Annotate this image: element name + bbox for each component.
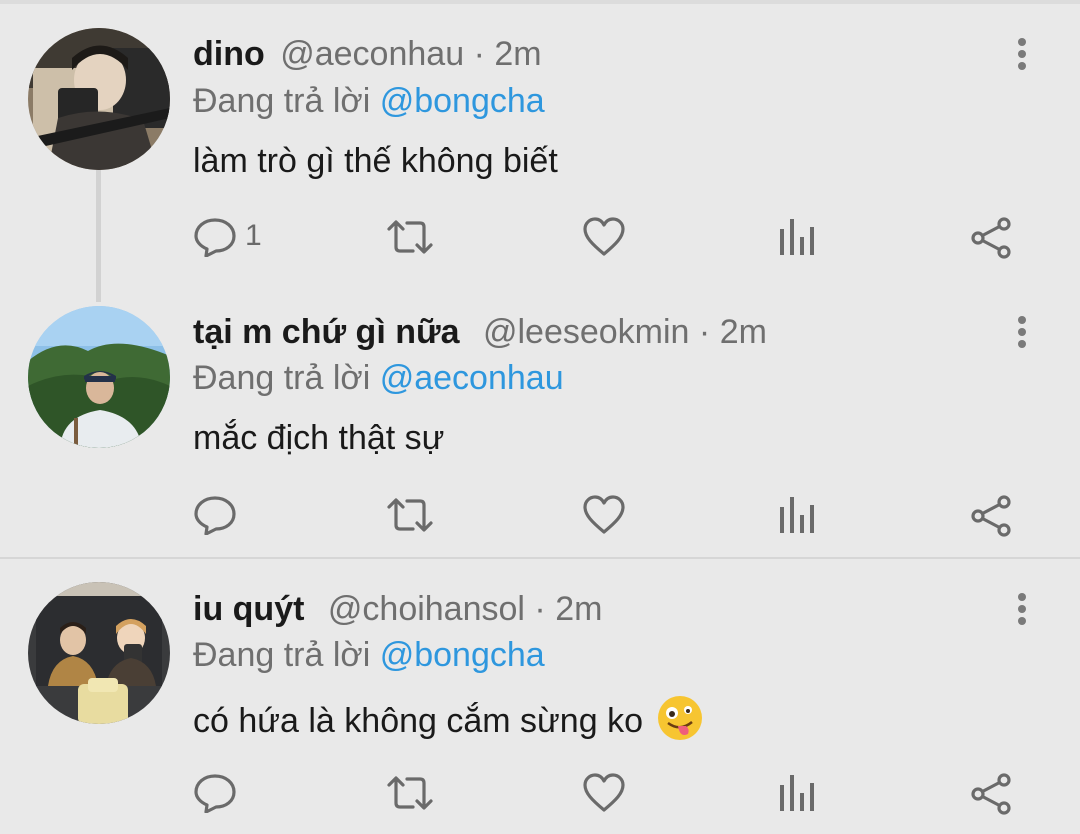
separator: · [534,590,546,628]
tweet-1[interactable]: dino @aeconhau · 2m Đang trả lời @bongch… [0,0,1080,302]
tweet-header: iu quýt @choihansol · 2m [193,589,602,629]
display-name[interactable]: dino [193,35,265,73]
reply-icon [194,218,236,257]
analytics-button[interactable] [778,212,818,262]
replying-to: Đang trả lời @bongcha [193,81,545,121]
analytics-icon [780,775,814,811]
action-bar: 1 [0,212,1080,262]
avatar[interactable] [28,582,170,724]
user-handle[interactable]: @aeconhau [280,35,464,73]
reply-icon [194,496,236,535]
share-button[interactable] [970,768,1014,818]
zany-face-emoji [658,696,703,740]
share-button[interactable] [970,490,1014,540]
reply-button[interactable] [193,768,273,818]
separator: · [473,35,485,73]
retweet-button[interactable] [385,768,435,818]
like-icon [583,217,625,256]
share-button[interactable] [970,212,1014,262]
display-name[interactable]: iu quýt [193,590,304,628]
action-bar [0,768,1080,818]
mention-link[interactable]: @bongcha [380,82,545,120]
tweet-text: làm trò gì thế không biết [193,142,558,180]
replying-to: Đang trả lời @bongcha [193,635,545,675]
share-icon [971,495,1011,537]
action-bar [0,490,1080,540]
retweet-icon [387,776,433,810]
like-icon [583,773,625,812]
retweet-button[interactable] [385,490,435,540]
reply-prefix: Đang trả lời [193,636,371,674]
analytics-button[interactable] [778,490,818,540]
reply-prefix: Đang trả lời [193,359,371,397]
display-name[interactable]: tại m chứ gì nữa [193,313,460,351]
user-handle[interactable]: @leeseokmin [483,313,690,351]
reply-button[interactable]: 1 [193,212,273,262]
tweet-text: có hứa là không cắm sừng ko [193,702,643,740]
user-handle[interactable]: @choihansol [328,590,525,628]
like-icon [583,495,625,534]
share-icon [971,773,1011,815]
tweet-2[interactable]: tại m chứ gì nữa @leeseokmin · 2m Đang t… [0,300,1080,558]
tweet-text: mắc địch thật sự [193,419,445,457]
analytics-icon [780,497,814,533]
like-button[interactable] [582,212,626,262]
retweet-icon [387,498,433,532]
replying-to: Đang trả lời @aeconhau [193,358,564,398]
more-icon[interactable] [1012,589,1032,629]
more-icon[interactable] [1012,34,1032,74]
tweet-text-row: có hứa là không cắm sừng ko [193,696,703,741]
tweet-3[interactable]: iu quýt @choihansol · 2m Đang trả lời @b… [0,560,1080,834]
retweet-button[interactable] [385,212,435,262]
reply-button[interactable] [193,490,273,540]
like-button[interactable] [582,768,626,818]
like-button[interactable] [582,490,626,540]
tweet-divider [0,557,1080,559]
reply-prefix: Đang trả lời [193,82,371,120]
tweet-header: tại m chứ gì nữa @leeseokmin · 2m [193,312,767,352]
separator: · [698,313,711,351]
tweet-header: dino @aeconhau · 2m [193,34,542,74]
avatar[interactable] [28,28,170,170]
timestamp[interactable]: 2m [555,590,602,628]
analytics-icon [780,219,814,255]
avatar[interactable] [28,306,170,448]
reply-icon [194,774,236,813]
timestamp[interactable]: 2m [720,313,767,351]
reply-count: 1 [245,219,262,252]
retweet-icon [387,220,433,254]
mention-link[interactable]: @aeconhau [380,359,564,397]
more-icon[interactable] [1012,312,1032,352]
timestamp[interactable]: 2m [494,35,541,73]
share-icon [971,217,1011,259]
analytics-button[interactable] [778,768,818,818]
mention-link[interactable]: @bongcha [380,636,545,674]
